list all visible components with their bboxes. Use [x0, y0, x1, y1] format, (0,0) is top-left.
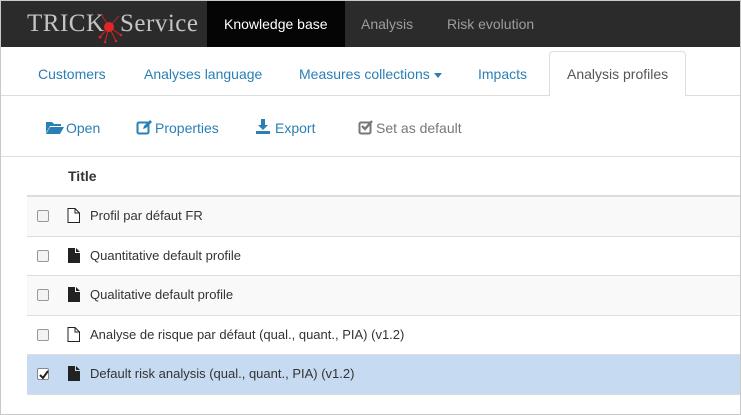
tab-analyses-language[interactable]: Analyses language: [144, 52, 262, 96]
edit-icon: [136, 120, 152, 135]
set-as-default-button[interactable]: Set as default: [358, 118, 468, 138]
row-title: Profil par défaut FR: [90, 208, 203, 223]
brand-logo[interactable]: TRICK Service: [27, 8, 199, 44]
brand-name-part1: TRICK: [27, 10, 105, 37]
tab-measures-collections[interactable]: Measures collections: [299, 52, 442, 96]
tab-analysis-profiles[interactable]: Analysis profiles: [549, 51, 687, 97]
knowledge-base-tabs: Customers Analyses language Measures col…: [1, 47, 740, 97]
check-square-icon: [358, 120, 373, 135]
file-solid-icon: [68, 287, 80, 302]
file-outline-icon: [67, 326, 80, 342]
table-row[interactable]: Quantitative default profile: [27, 237, 740, 276]
export-label: Export: [275, 120, 316, 136]
tab-customers[interactable]: Customers: [38, 52, 106, 96]
properties-button[interactable]: Properties: [136, 118, 226, 138]
top-navbar: TRICK Service Knowledge base Analysis Ri…: [1, 1, 740, 47]
row-checkbox[interactable]: [37, 210, 49, 222]
nav-risk-evolution[interactable]: Risk evolution: [430, 1, 551, 47]
file-outline-icon: [67, 208, 80, 223]
analysis-profiles-table: Title Profil par défaut FR Quantitative …: [27, 157, 740, 395]
row-checkbox-checked[interactable]: [37, 368, 49, 380]
table-header: Title: [27, 157, 740, 197]
row-title: Analyse de risque par défaut (qual., qua…: [90, 326, 405, 342]
row-checkbox[interactable]: [37, 328, 49, 341]
open-button[interactable]: Open: [45, 118, 105, 138]
export-button[interactable]: Export: [255, 118, 325, 138]
tab-measures-collections-label: Measures collections: [299, 66, 430, 82]
tab-impacts[interactable]: Impacts: [478, 52, 527, 96]
column-header-title: Title: [68, 168, 97, 184]
brand-name-part2: Service: [120, 10, 199, 37]
table-row[interactable]: Profil par défaut FR: [27, 197, 740, 237]
caret-down-icon: [433, 72, 442, 78]
download-icon: [256, 119, 270, 134]
row-checkbox[interactable]: [37, 249, 49, 262]
row-title: Default risk analysis (qual., quant., PI…: [90, 366, 355, 381]
table-row[interactable]: Qualitative default profile: [27, 276, 740, 316]
app-window: TRICK Service Knowledge base Analysis Ri…: [0, 0, 741, 415]
properties-label: Properties: [155, 120, 219, 136]
folder-open-icon: [46, 122, 64, 134]
action-toolbar: Open Properties Export Set as default: [1, 96, 740, 157]
row-title: Qualitative default profile: [90, 287, 234, 302]
nav-analysis[interactable]: Analysis: [344, 1, 430, 47]
row-checkbox[interactable]: [37, 289, 49, 301]
file-solid-icon: [68, 366, 80, 381]
open-label: Open: [66, 120, 101, 136]
checkmark-icon: [39, 370, 49, 380]
nav-knowledge-base[interactable]: Knowledge base: [207, 1, 345, 47]
file-solid-icon: [68, 247, 80, 263]
set-as-default-label: Set as default: [376, 120, 462, 136]
row-title: Quantitative default profile: [90, 247, 242, 263]
table-row[interactable]: Analyse de risque par défaut (qual., qua…: [27, 316, 740, 355]
table-row-selected[interactable]: Default risk analysis (qual., quant., PI…: [27, 355, 740, 395]
